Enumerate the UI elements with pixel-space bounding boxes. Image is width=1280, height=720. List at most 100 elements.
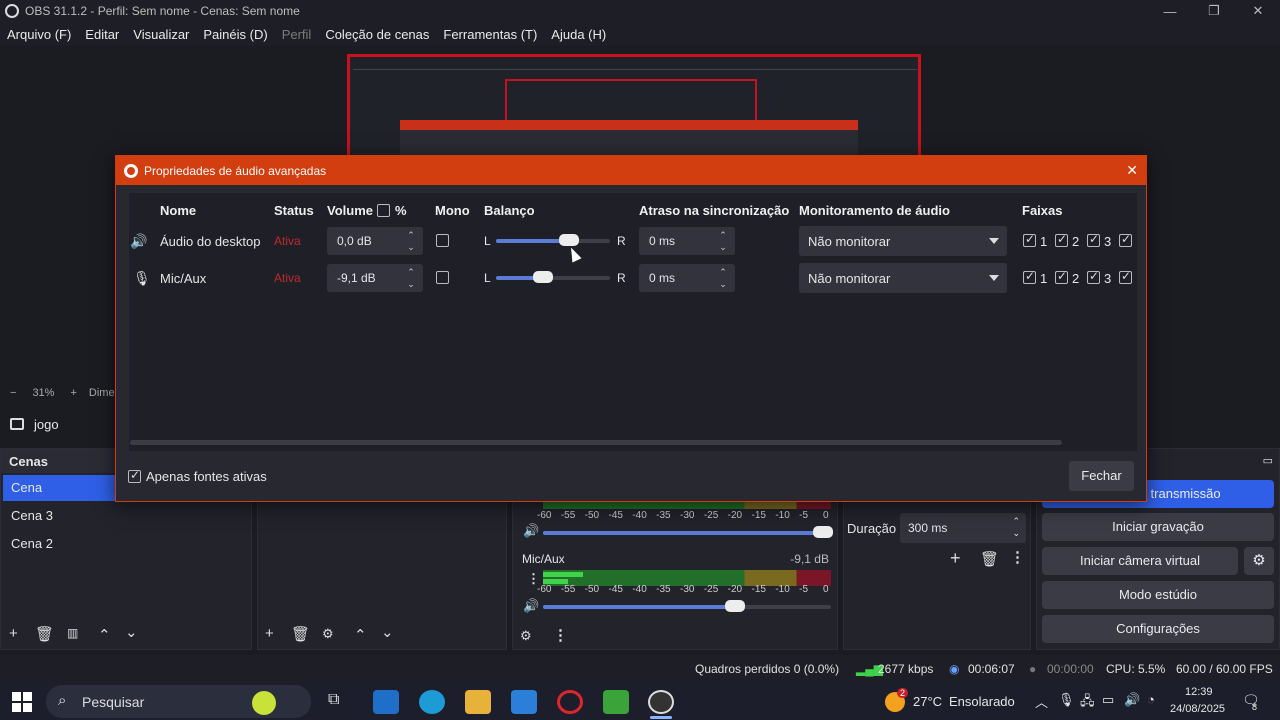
studio-mode-button[interactable]: Modo estúdio xyxy=(1042,581,1274,609)
weather-desc: Ensolarado xyxy=(949,694,1015,709)
menu-ferramentas[interactable]: Ferramentas (T) xyxy=(443,27,537,42)
vpn-tray-icon[interactable]: ◔ xyxy=(1147,692,1155,707)
volume-tray-icon[interactable]: 🔊 xyxy=(1124,692,1140,708)
spin-arrows-icon[interactable]: ⌃ ⌄ xyxy=(717,266,729,290)
add-source-icon[interactable]: + xyxy=(265,625,274,642)
zoom-in-icon[interactable]: + xyxy=(70,387,76,399)
spin-arrows-icon[interactable]: ⌃ ⌄ xyxy=(1012,515,1020,539)
horizontal-scrollbar[interactable] xyxy=(130,440,1062,445)
menu-colecao[interactable]: Coleção de cenas xyxy=(325,27,429,42)
header-mono: Mono xyxy=(435,203,470,218)
mono-checkbox[interactable] xyxy=(436,234,449,247)
mixer-settings-icon[interactable]: ⚙ xyxy=(520,628,532,644)
menu-ajuda[interactable]: Ajuda (H) xyxy=(551,27,606,42)
track-2-checkbox[interactable] xyxy=(1055,269,1068,284)
monitoring-select[interactable]: Não monitorar xyxy=(799,263,1007,293)
minimize-icon[interactable]: — xyxy=(1148,0,1192,22)
scene-item[interactable]: Cena 2 xyxy=(3,531,115,557)
track-1-checkbox[interactable] xyxy=(1023,269,1036,284)
start-recording-button[interactable]: Iniciar gravação xyxy=(1042,513,1274,541)
clock-time[interactable]: 12:39 xyxy=(1185,686,1213,698)
mic-tray-icon[interactable]: 🎙 xyxy=(1058,692,1075,708)
mixer-menu-icon[interactable]: ⋮ xyxy=(553,626,568,644)
start-virtual-camera-button[interactable]: Iniciar câmera virtual xyxy=(1042,547,1238,575)
sync-offset-spinbox[interactable]: 0 ms ⌃ ⌄ xyxy=(639,227,735,255)
task-view-icon[interactable]: ⧉ xyxy=(328,691,339,709)
minecraft-icon[interactable] xyxy=(603,690,629,714)
tray-chevron-icon[interactable]: ︿ xyxy=(1035,692,1048,711)
opera-icon[interactable] xyxy=(557,690,583,714)
remove-source-icon[interactable]: 🗑 xyxy=(291,625,310,643)
track-label: 2 xyxy=(1072,271,1080,286)
balance-slider[interactable] xyxy=(496,234,610,246)
add-transition-icon[interactable]: + xyxy=(950,548,961,569)
scene-item[interactable]: Cena xyxy=(3,475,115,501)
balance-slider[interactable] xyxy=(496,271,610,283)
monitoring-select[interactable]: Não monitorar xyxy=(799,226,1007,256)
clock-date[interactable]: 24/08/2025 xyxy=(1170,703,1225,715)
taskbar-search[interactable]: ⌕ Pesquisar xyxy=(46,685,311,718)
menu-paineis[interactable]: Painéis (D) xyxy=(203,27,267,42)
track-3-checkbox[interactable] xyxy=(1087,269,1100,284)
menu-editar[interactable]: Editar xyxy=(85,27,119,42)
duration-spinbox[interactable]: 300 ms ⌃ ⌄ xyxy=(900,513,1026,543)
menu-perfil[interactable]: Perfil xyxy=(282,27,312,42)
track-3-checkbox[interactable] xyxy=(1087,232,1100,247)
meter-tick-label: -40 xyxy=(632,584,647,595)
volume-percent-checkbox[interactable] xyxy=(377,204,390,217)
mic-mute-icon[interactable]: 🔊 xyxy=(523,598,539,614)
spin-arrows-icon[interactable]: ⌃ ⌄ xyxy=(405,266,417,290)
restore-icon[interactable]: ❐ xyxy=(1192,0,1236,22)
windows-start-icon[interactable] xyxy=(12,692,32,712)
menu-visualizar[interactable]: Visualizar xyxy=(133,27,189,42)
store-icon[interactable] xyxy=(511,690,537,714)
spin-arrows-icon[interactable]: ⌃ ⌄ xyxy=(405,229,417,253)
zoom-out-icon[interactable]: − xyxy=(10,387,16,399)
edge-icon[interactable] xyxy=(419,690,445,714)
filter-scene-icon[interactable]: ▥ xyxy=(67,626,78,640)
meter-tick-label: -55 xyxy=(560,584,576,595)
track-4-checkbox[interactable] xyxy=(1119,232,1132,247)
virtual-camera-settings-icon[interactable]: ⚙ xyxy=(1244,547,1274,575)
notification-icon[interactable]: 🗨 xyxy=(1242,692,1260,709)
close-icon[interactable]: ✕ xyxy=(1236,0,1280,22)
source-down-icon[interactable]: ⌄ xyxy=(381,623,394,641)
remove-scene-icon[interactable]: 🗑 xyxy=(35,625,54,643)
add-scene-icon[interactable]: + xyxy=(9,625,18,642)
track-2-checkbox[interactable] xyxy=(1055,232,1068,247)
track-1-checkbox[interactable] xyxy=(1023,232,1036,247)
active-only-checkbox[interactable] xyxy=(128,468,141,483)
desktop-mute-icon[interactable]: 🔊 xyxy=(523,523,539,539)
dialog-close-icon[interactable]: ✕ xyxy=(1126,162,1138,179)
meter-tick-label: -30 xyxy=(680,510,695,521)
track-label: 1 xyxy=(1040,271,1048,286)
network-tray-icon[interactable]: 🖧 xyxy=(1080,692,1095,714)
move-up-icon[interactable]: ⌃ xyxy=(98,626,111,644)
source-up-icon[interactable]: ⌃ xyxy=(354,626,367,644)
source-settings-icon[interactable]: ⚙ xyxy=(322,626,334,642)
settings-button[interactable]: Configurações xyxy=(1042,615,1274,643)
menu-arquivo[interactable]: Arquivo (F) xyxy=(7,27,71,42)
desktop-volume-slider[interactable] xyxy=(543,526,833,538)
volume-spinbox[interactable]: 0,0 dB ⌃ ⌄ xyxy=(327,227,423,255)
file-explorer-icon[interactable] xyxy=(465,690,491,714)
speaker-icon: 🔊 xyxy=(130,233,148,249)
volume-spinbox[interactable]: -9,1 dB ⌃ ⌄ xyxy=(327,264,423,292)
sync-value: 0 ms xyxy=(649,271,676,285)
mono-checkbox[interactable] xyxy=(436,271,449,284)
remove-transition-icon[interactable]: 🗑 xyxy=(980,550,999,568)
battery-tray-icon[interactable]: ▭ xyxy=(1102,692,1114,708)
header-status: Status xyxy=(274,203,314,218)
track-4-checkbox[interactable] xyxy=(1119,269,1132,284)
scene-item[interactable]: Cena 3 xyxy=(3,503,115,529)
spin-arrows-icon[interactable]: ⌃ ⌄ xyxy=(717,229,729,253)
volume-value: -9,1 dB xyxy=(337,271,376,285)
outlook-icon[interactable] xyxy=(373,690,399,714)
move-down-icon[interactable]: ⌄ xyxy=(125,623,138,641)
dock-float-icon[interactable]: ▭ xyxy=(1263,454,1273,467)
sync-offset-spinbox[interactable]: 0 ms ⌃ ⌄ xyxy=(639,264,735,292)
close-button[interactable]: Fechar xyxy=(1069,461,1134,491)
transition-menu-icon[interactable]: ⋮ xyxy=(1010,548,1025,566)
obs-taskbar-icon[interactable] xyxy=(648,690,674,714)
mic-volume-slider[interactable] xyxy=(543,600,831,612)
